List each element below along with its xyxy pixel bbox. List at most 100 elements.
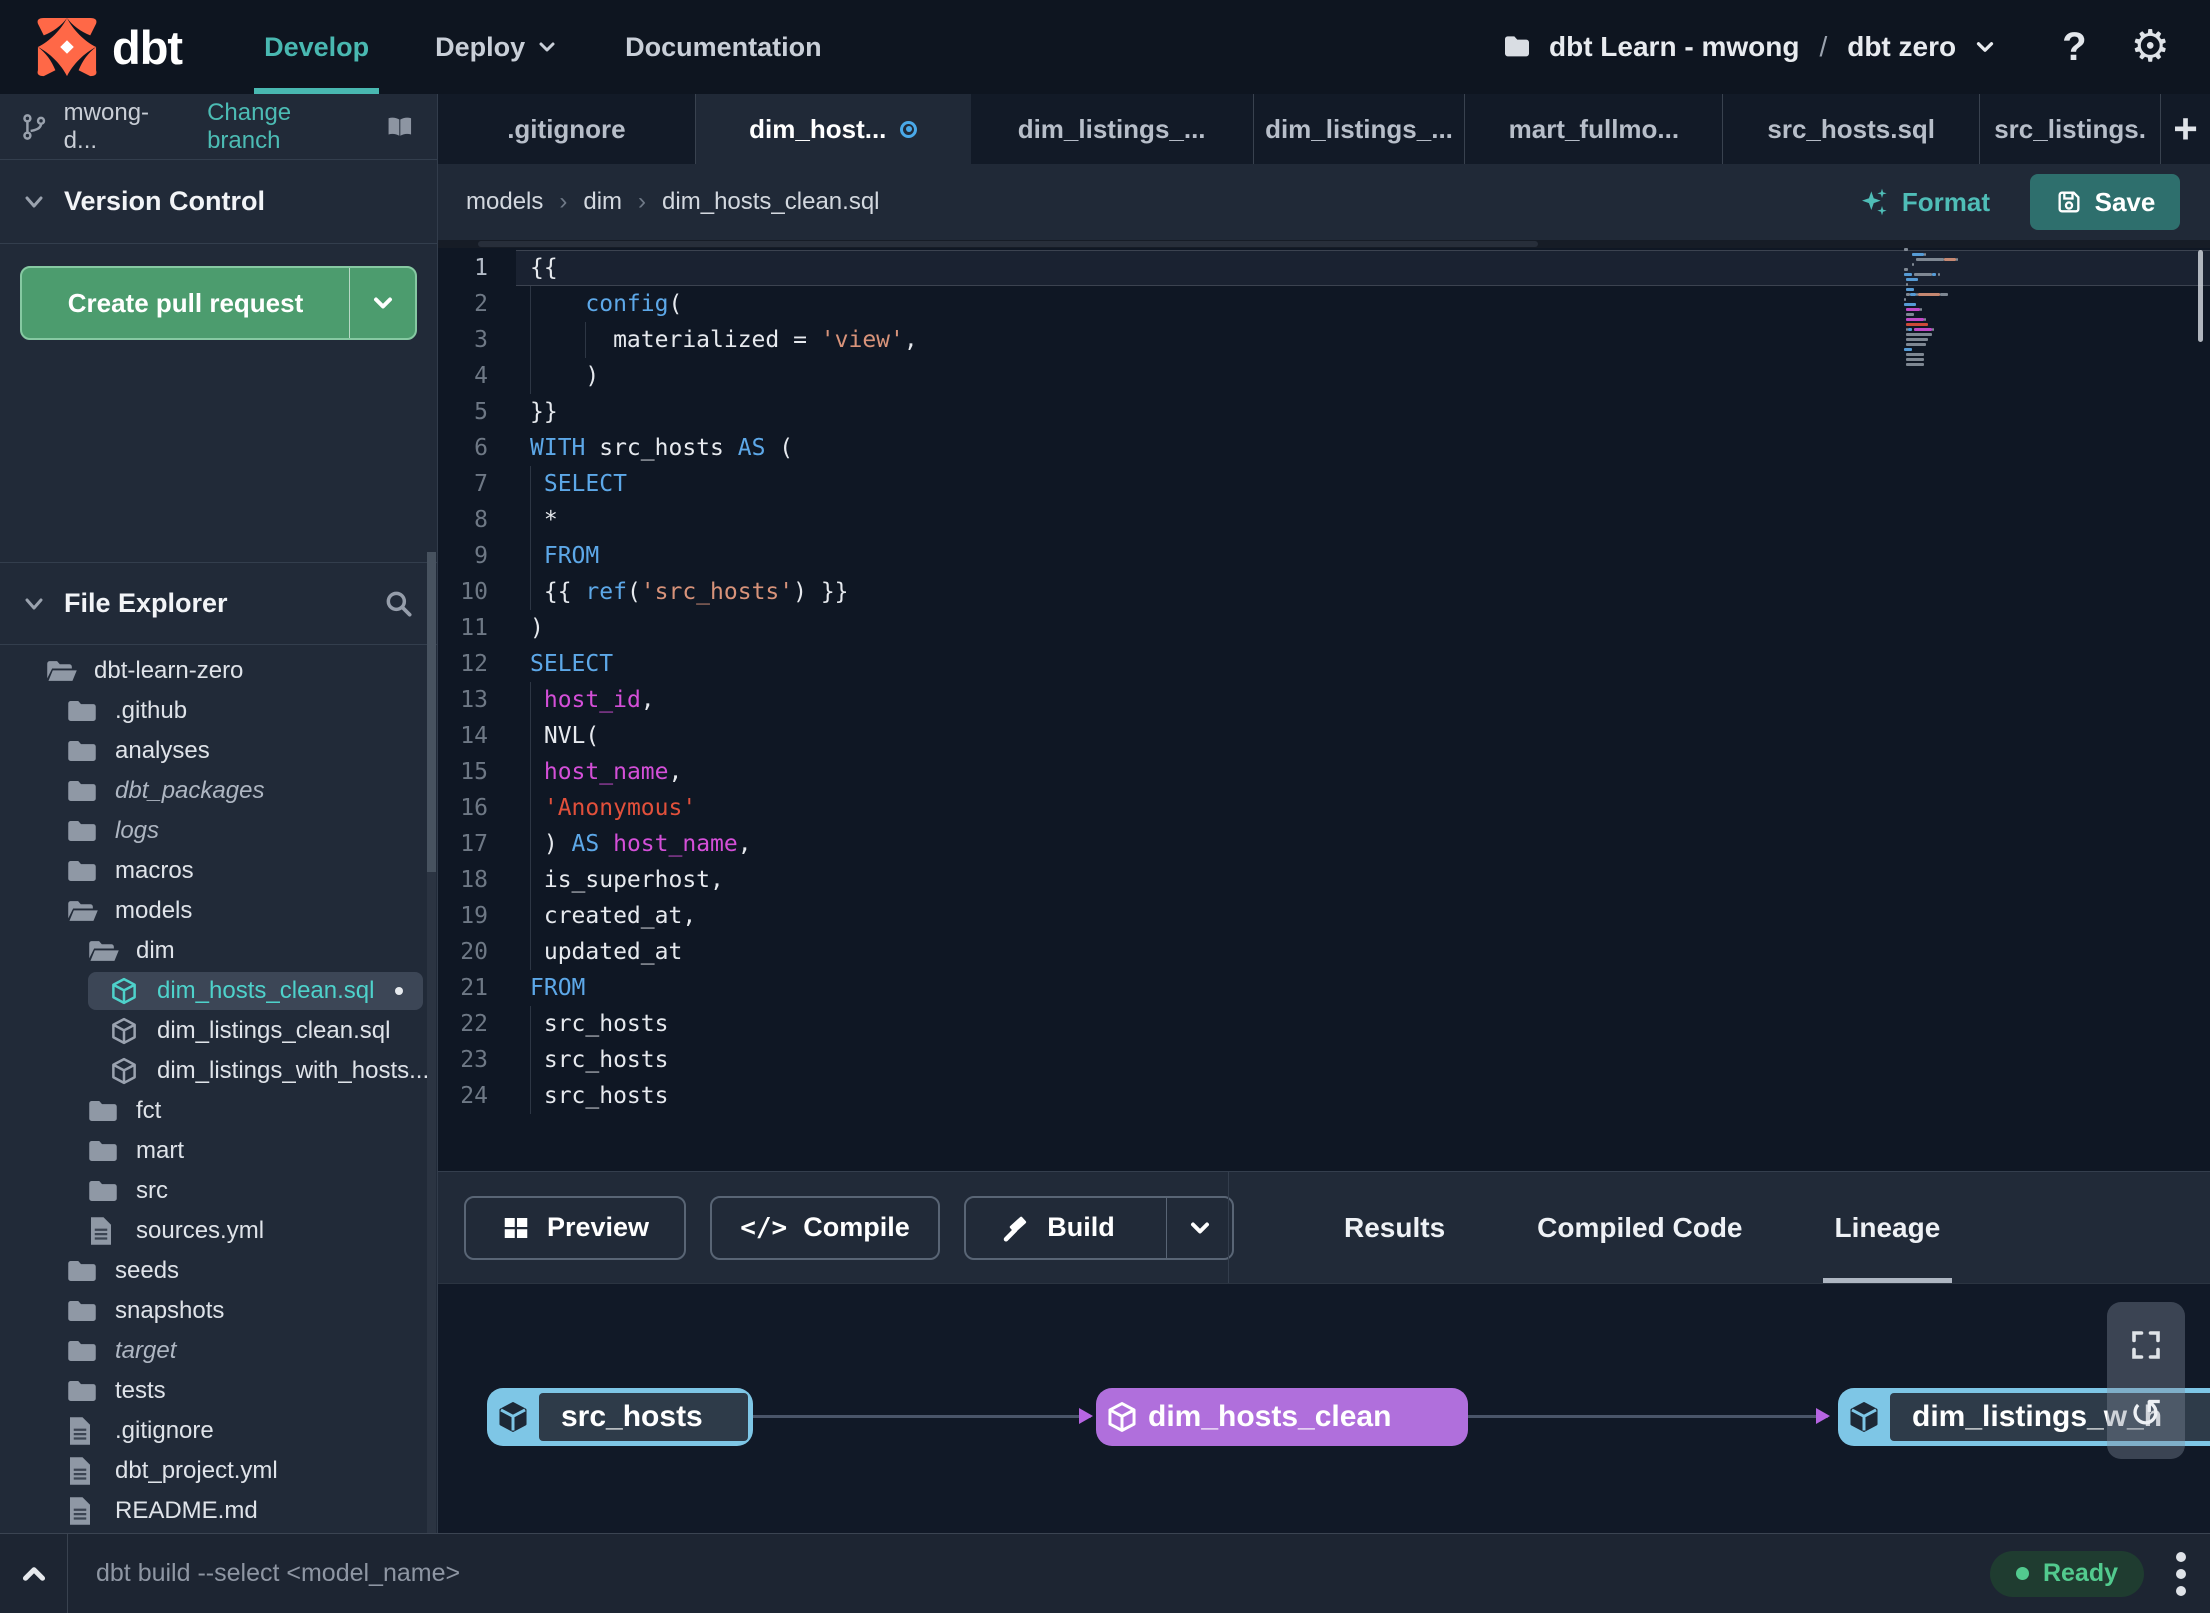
code-line-8[interactable]: 8 *	[438, 502, 2210, 538]
tree-item-dim[interactable]: dim	[0, 931, 437, 971]
line-number: 11	[460, 615, 488, 641]
code-line-23[interactable]: 23 src_hosts	[438, 1042, 2210, 1078]
kebab-menu-icon[interactable]	[2170, 1546, 2192, 1602]
refresh-icon[interactable]: ↺	[2129, 1394, 2163, 1434]
lineage-node-src-hosts[interactable]: src_hosts	[487, 1388, 753, 1446]
help-icon[interactable]: ?	[2062, 25, 2086, 70]
nav-deploy[interactable]: Deploy	[425, 0, 569, 94]
preview-button[interactable]: Preview	[464, 1195, 686, 1260]
project-selector[interactable]: dbt Learn - mwong / dbt zero	[1501, 31, 1998, 63]
tree-item-dbt-packages[interactable]: dbt_packages	[0, 771, 437, 811]
file-tab-dim-host[interactable]: dim_host...	[695, 94, 971, 164]
build-button[interactable]: Build	[966, 1198, 1150, 1258]
file-tab-src-listings[interactable]: src_listings.	[1980, 94, 2162, 164]
tree-item-snapshots[interactable]: snapshots	[0, 1291, 437, 1331]
file-tab-dim-listings[interactable]: dim_listings_...	[1254, 94, 1466, 164]
save-button[interactable]: Save	[2030, 174, 2180, 230]
line-number: 4	[474, 363, 488, 389]
code-line-10[interactable]: 10 {{ ref('src_hosts') }}	[438, 574, 2210, 610]
code-line-21[interactable]: 21 FROM	[438, 970, 2210, 1006]
tree-item-github[interactable]: .github	[0, 691, 437, 731]
editor-minimap[interactable]	[1904, 248, 2184, 368]
create-pull-request-dropdown[interactable]	[349, 268, 415, 338]
tree-item-seeds[interactable]: seeds	[0, 1251, 437, 1291]
logo-wordmark: dbt	[112, 20, 183, 74]
tab-lineage[interactable]: Lineage	[1789, 1172, 1987, 1283]
nav-develop[interactable]: Develop	[254, 0, 380, 94]
nav-documentation[interactable]: Documentation	[615, 0, 832, 94]
compile-button[interactable]: </> Compile	[710, 1195, 940, 1260]
lineage-graph[interactable]: src_hosts dim_hosts_clean dim_listings_w…	[438, 1283, 2210, 1533]
folder-icon	[67, 818, 99, 844]
tree-item-logs[interactable]: logs	[0, 811, 437, 851]
file-tab-src-hosts-sql[interactable]: src_hosts.sql	[1723, 94, 1981, 164]
editor-vscrollbar-thumb[interactable]	[2198, 250, 2203, 342]
build-dropdown[interactable]	[1166, 1197, 1232, 1258]
tab-results[interactable]: Results	[1298, 1172, 1491, 1283]
settings-gear-icon[interactable]: ⚙	[2131, 25, 2170, 69]
create-pull-request-button[interactable]: Create pull request	[20, 266, 417, 340]
change-branch-link[interactable]: Change branch	[207, 99, 369, 155]
tree-item-models[interactable]: models	[0, 891, 437, 931]
line-number: 3	[474, 327, 488, 353]
code-line-14[interactable]: 14 NVL(	[438, 718, 2210, 754]
project-separator: /	[1819, 31, 1828, 62]
command-bar-toggle[interactable]	[0, 1534, 68, 1613]
tree-item-dbt-project-yml[interactable]: dbt_project.yml	[0, 1451, 437, 1491]
code-line-6[interactable]: 6 WITH src_hosts AS (	[438, 430, 2210, 466]
tree-item-macros[interactable]: macros	[0, 851, 437, 891]
editor-hscrollbar-thumb[interactable]	[478, 241, 1538, 247]
code-line-20[interactable]: 20 updated_at	[438, 934, 2210, 970]
create-pull-request-label[interactable]: Create pull request	[22, 268, 349, 338]
code-line-19[interactable]: 19 created_at,	[438, 898, 2210, 934]
version-control-header[interactable]: Version Control	[0, 160, 437, 244]
code-line-12[interactable]: 12 SELECT	[438, 646, 2210, 682]
file-tab-dim-listings[interactable]: dim_listings_...	[971, 94, 1254, 164]
command-input[interactable]: dbt build --select <model_name>	[96, 1559, 1990, 1588]
code-line-9[interactable]: 9 FROM	[438, 538, 2210, 574]
tab-compiled-code[interactable]: Compiled Code	[1491, 1172, 1788, 1283]
tree-item-dim-hosts-clean-sql[interactable]: dim_hosts_clean.sql	[0, 971, 437, 1011]
tree-item-dbt-learn-zero[interactable]: dbt-learn-zero	[0, 651, 437, 691]
breadcrumb-models[interactable]: models	[466, 188, 543, 216]
code-line-13[interactable]: 13 host_id,	[438, 682, 2210, 718]
tree-item-readme-md[interactable]: README.md	[0, 1491, 437, 1531]
file-tab-mart-fullmo[interactable]: mart_fullmo...	[1465, 94, 1724, 164]
tree-item-dim-listings-clean-sql[interactable]: dim_listings_clean.sql	[0, 1011, 437, 1051]
tree-item-target[interactable]: target	[0, 1331, 437, 1371]
tree-item-analyses[interactable]: analyses	[0, 731, 437, 771]
code-line-17[interactable]: 17 ) AS host_name,	[438, 826, 2210, 862]
fullscreen-icon[interactable]	[2128, 1327, 2164, 1363]
docs-book-icon[interactable]	[383, 112, 417, 142]
tree-item-tests[interactable]: tests	[0, 1371, 437, 1411]
folder-icon	[67, 1298, 99, 1324]
editor-hscrollbar[interactable]	[438, 240, 2210, 248]
code-line-24[interactable]: 24 src_hosts	[438, 1078, 2210, 1114]
file-explorer-scrollbar[interactable]	[427, 552, 436, 1533]
line-number: 6	[474, 435, 488, 461]
search-icon[interactable]	[383, 588, 415, 620]
code-editor[interactable]: 1{{2 config(3 materialized = 'view', 4 ) 5…	[438, 240, 2210, 1171]
tree-item-gitignore[interactable]: .gitignore	[0, 1411, 437, 1451]
tree-item-mart[interactable]: mart	[0, 1131, 437, 1171]
lineage-node-dim-hosts-clean[interactable]: dim_hosts_clean	[1096, 1388, 1468, 1446]
code-line-18[interactable]: 18 is_superhost,	[438, 862, 2210, 898]
code-line-15[interactable]: 15 host_name,	[438, 754, 2210, 790]
code-line-16[interactable]: 16 'Anonymous'	[438, 790, 2210, 826]
tree-item-sources-yml[interactable]: sources.yml	[0, 1211, 437, 1251]
dbt-logo[interactable]: dbt	[36, 16, 183, 78]
format-button[interactable]: Format	[1858, 186, 1990, 218]
new-tab-button[interactable]: +	[2161, 94, 2210, 164]
lineage-tools: ↺	[2107, 1302, 2185, 1459]
tree-item-fct[interactable]: fct	[0, 1091, 437, 1131]
tree-item-dim-listings-with-hosts[interactable]: dim_listings_with_hosts...	[0, 1051, 437, 1091]
code-line-11[interactable]: 11)	[438, 610, 2210, 646]
code-line-5[interactable]: 5}}	[438, 394, 2210, 430]
code-line-22[interactable]: 22 src_hosts	[438, 1006, 2210, 1042]
tree-item-src[interactable]: src	[0, 1171, 437, 1211]
breadcrumb-dim[interactable]: dim	[583, 188, 622, 216]
file-tab-gitignore[interactable]: .gitignore	[438, 94, 696, 164]
editor-toolbar: models › dim › dim_hosts_clean.sql Forma…	[438, 164, 2210, 240]
code-line-7[interactable]: 7 SELECT	[438, 466, 2210, 502]
file-explorer-header[interactable]: File Explorer	[0, 563, 437, 645]
